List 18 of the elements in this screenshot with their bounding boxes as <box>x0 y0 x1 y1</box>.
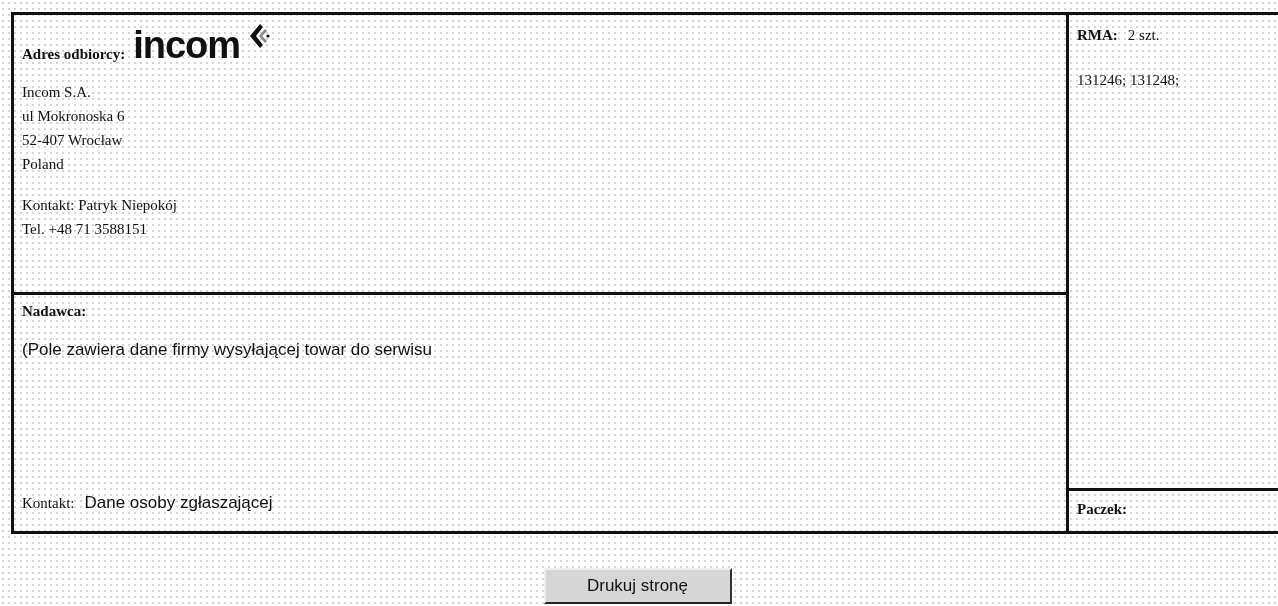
rma-numbers: 131246; 131248; <box>1077 72 1181 89</box>
address-line: Incom S.A. <box>22 83 92 102</box>
parcels-label: Paczek: <box>1077 501 1127 517</box>
contact-label: Kontakt: <box>22 495 75 512</box>
logo-text: incom <box>133 27 241 63</box>
sender-description: (Pole zawiera dane firmy wysyłającej towar do serwisu <box>22 340 433 360</box>
sender-label: Nadawca: <box>22 303 87 320</box>
address-line: 52-407 Wrocław <box>22 131 124 150</box>
chevron-logo-icon <box>248 23 271 49</box>
contact-text: Kontakt: Patryk Niepokój <box>22 196 178 215</box>
address-line: ul Mokronoska 6 <box>22 107 126 126</box>
rma-label: RMA: <box>1077 27 1118 44</box>
recipient-label: Adres odbiorcy: <box>22 46 126 63</box>
rma-count: 2 szt. <box>1127 27 1160 44</box>
contact-value: Dane osoby zgłaszającej <box>84 493 273 513</box>
address-line: Poland <box>22 155 65 174</box>
print-button[interactable]: Drukuj stronę <box>543 568 732 604</box>
phone-text: Tel. +48 71 3588151 <box>22 220 148 239</box>
